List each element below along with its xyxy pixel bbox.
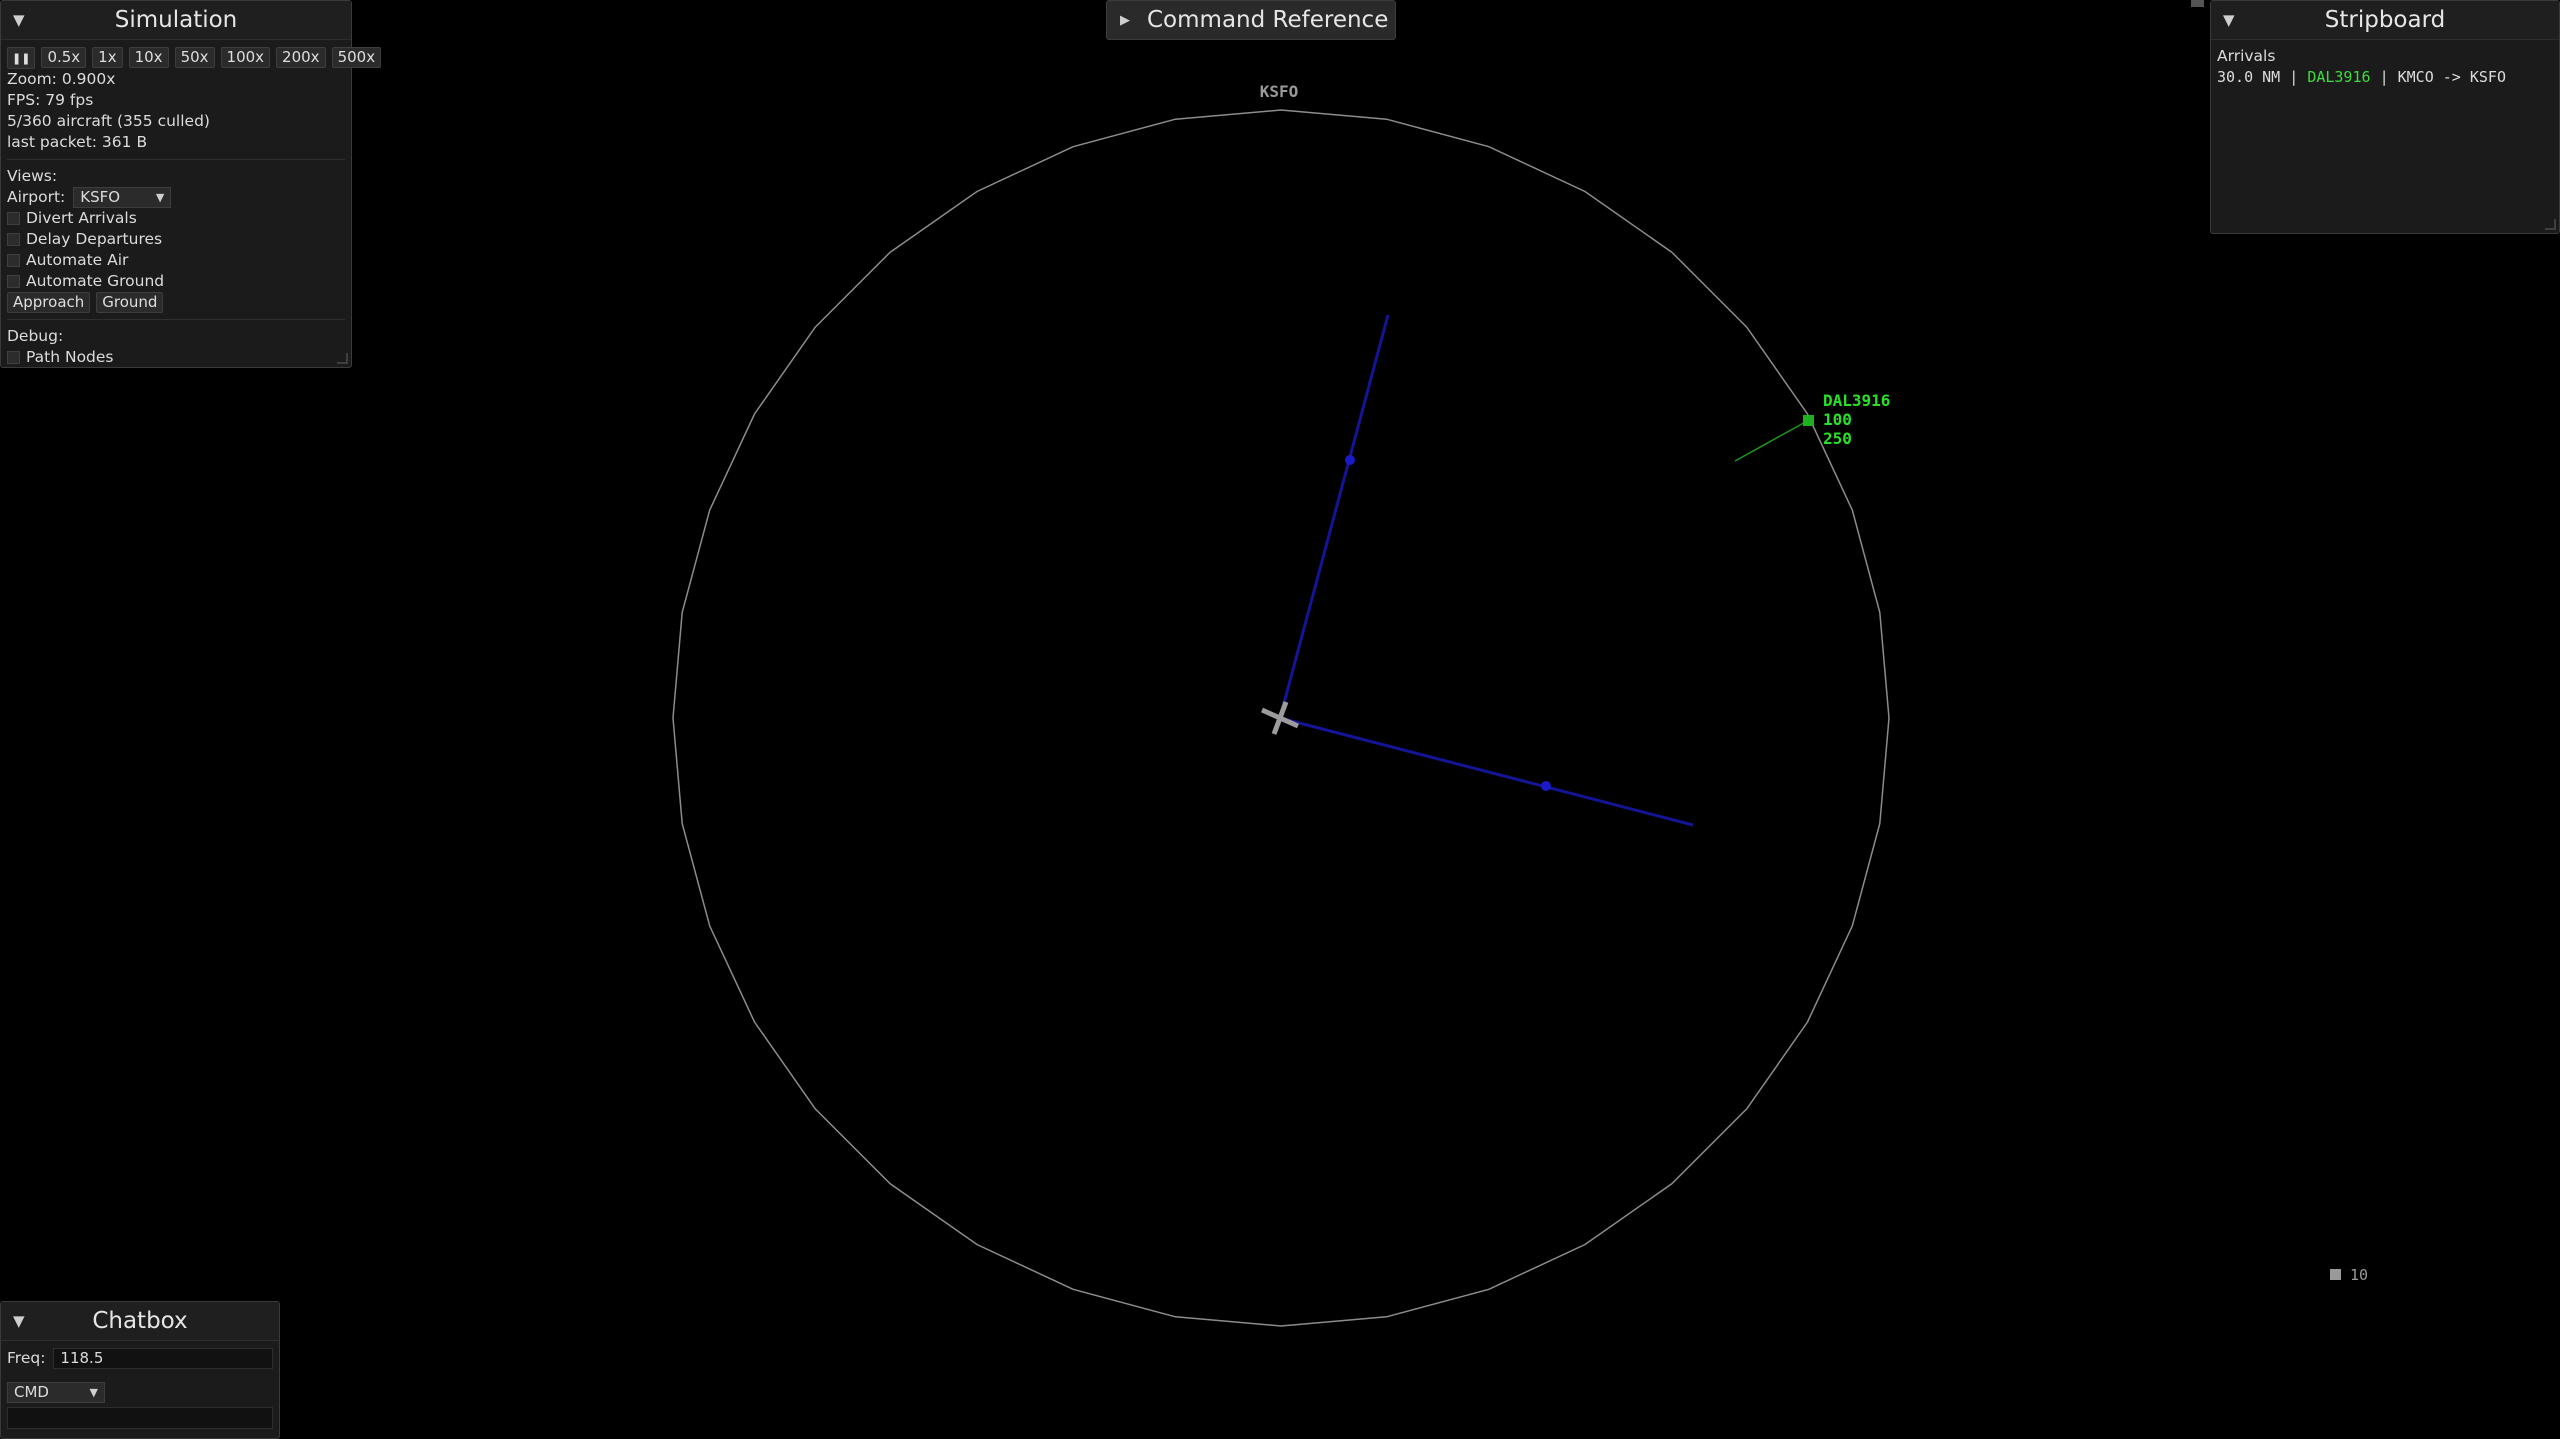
chatbox-title: Chatbox (92, 1308, 188, 1334)
automate-ground-checkbox[interactable]: Automate Ground (1, 271, 351, 292)
mode-row: CMD ▼ (1, 1382, 279, 1403)
speed-500x-button[interactable]: 500x (331, 47, 382, 68)
radar-scope[interactable]: KSFO DAL3916 100 250 10 (0, 0, 2560, 1439)
checkbox-icon[interactable] (7, 212, 20, 225)
checkbox-icon[interactable] (7, 351, 20, 364)
speed-controls: ❚❚ 0.5x 1x 10x 50x 100x 200x 500x (1, 47, 382, 69)
speed-50x-button[interactable]: 50x (174, 47, 215, 68)
checkbox-icon[interactable] (7, 254, 20, 267)
divider (7, 319, 345, 320)
checkbox-label: Automate Ground (26, 272, 165, 290)
checkbox-label: Divert Arrivals (26, 209, 137, 227)
strip-route: KMCO -> KSFO (2397, 68, 2506, 86)
flight-strip[interactable]: 30.0 NM | DAL3916 | KMCO -> KSFO (2211, 67, 2559, 88)
simulation-header[interactable]: ▼ Simulation (1, 1, 351, 40)
simulation-panel: ▼ Simulation ❚❚ 0.5x 1x 10x 50x 100x 200x 500x… (0, 0, 382, 368)
window-grip[interactable] (2191, 0, 2204, 7)
freq-label: Freq: (7, 1349, 46, 1367)
chatbox-header[interactable]: ▼ Chatbox (1, 1302, 279, 1341)
resize-handle[interactable] (2545, 219, 2556, 230)
approach-line-east (1279, 716, 1694, 827)
aircraft-target[interactable]: DAL3916 100 250 (1734, 391, 1890, 462)
airport-marker-icon (1260, 701, 1300, 735)
chat-input[interactable] (7, 1407, 273, 1429)
play-triangle-icon: ▶ (1120, 12, 1130, 28)
mode-select-value: CMD (14, 1383, 49, 1401)
debug-label: Debug: (7, 327, 64, 345)
scale-square-icon (2330, 1269, 2341, 1280)
aircraft-heading-line (1734, 419, 1810, 462)
approach-line-north (1278, 314, 1390, 719)
checkbox-label: Delay Departures (26, 230, 163, 248)
automate-air-checkbox[interactable]: Automate Air (1, 250, 351, 271)
chatbox-panel: ▼ Chatbox Freq: 118.5 CMD ▼ (0, 1301, 280, 1439)
stripboard-header[interactable]: ▼ Stripboard (2211, 1, 2559, 40)
view-buttons: Approach Ground (1, 292, 351, 313)
aircraft-blip-icon[interactable] (1803, 415, 1814, 426)
airport-row: Airport: KSFO ▼ (1, 187, 351, 208)
strip-callsign[interactable]: DAL3916 (2307, 68, 2370, 86)
mode-select[interactable]: CMD ▼ (7, 1382, 105, 1403)
speed-0-5x-button[interactable]: 0.5x (41, 47, 87, 68)
checkbox-label: Automate Air (26, 251, 129, 269)
approach-fix-east (1541, 781, 1551, 791)
simulation-title: Simulation (114, 7, 238, 33)
delay-departures-checkbox[interactable]: Delay Departures (1, 229, 351, 250)
divider (7, 159, 345, 160)
strip-distance: 30.0 NM (2217, 68, 2281, 86)
collapse-triangle-icon[interactable]: ▼ (2223, 11, 2235, 29)
command-reference-button[interactable]: ▶ Command Reference (1106, 0, 1396, 40)
scale-value: 10 (2350, 1266, 2368, 1284)
stripboard-panel: ▼ Stripboard Arrivals 30.0 NM | DAL3916 … (2210, 0, 2560, 234)
collapse-triangle-icon[interactable]: ▼ (13, 11, 25, 29)
checkbox-label: Path Nodes (26, 348, 114, 366)
pause-icon: ❚❚ (12, 52, 31, 65)
last-packet: last packet: 361 B (7, 133, 148, 151)
checkbox-icon[interactable] (7, 233, 20, 246)
speed-10x-button[interactable]: 10x (128, 47, 169, 68)
stripboard-title: Stripboard (2324, 7, 2446, 33)
divert-arrivals-checkbox[interactable]: Divert Arrivals (1, 208, 351, 229)
speed-100x-button[interactable]: 100x (220, 47, 271, 68)
collapse-triangle-icon[interactable]: ▼ (13, 1312, 25, 1330)
approach-button[interactable]: Approach (7, 292, 91, 313)
ground-button[interactable]: Ground (96, 292, 164, 313)
approach-fix-north (1345, 455, 1355, 465)
aircraft-count: 5/360 aircraft (355 culled) (7, 112, 210, 130)
views-label: Views: (7, 167, 58, 185)
path-nodes-checkbox[interactable]: Path Nodes (1, 347, 351, 368)
scale-indicator: 10 (2330, 1266, 2368, 1284)
freq-row: Freq: 118.5 (1, 1348, 279, 1369)
aircraft-speed: 250 (1823, 429, 1852, 448)
speed-1x-button[interactable]: 1x (92, 47, 123, 68)
fps-readout: FPS: 79 fps (7, 91, 94, 109)
airport-label: KSFO (1260, 82, 1299, 101)
arrivals-label: Arrivals (2217, 47, 2276, 65)
speed-200x-button[interactable]: 200x (276, 47, 326, 68)
pause-button[interactable]: ❚❚ (7, 47, 36, 69)
airport-select[interactable]: KSFO ▼ (73, 187, 172, 208)
checkbox-icon[interactable] (7, 275, 20, 288)
dropdown-arrow-icon: ▼ (89, 1386, 98, 1399)
aircraft-callsign: DAL3916 (1823, 391, 1890, 410)
airport-label-text: Airport: (7, 188, 66, 206)
strip-separator: | (2289, 68, 2308, 86)
aircraft-altitude: 100 (1823, 410, 1852, 429)
resize-handle[interactable] (337, 353, 348, 364)
airport-select-value: KSFO (80, 188, 121, 206)
dropdown-arrow-icon: ▼ (155, 191, 165, 204)
command-reference-label: Command Reference (1147, 7, 1389, 33)
strip-separator: | (2379, 68, 2398, 86)
freq-input[interactable]: 118.5 (53, 1348, 273, 1369)
zoom-readout: Zoom: 0.900x (7, 70, 116, 88)
